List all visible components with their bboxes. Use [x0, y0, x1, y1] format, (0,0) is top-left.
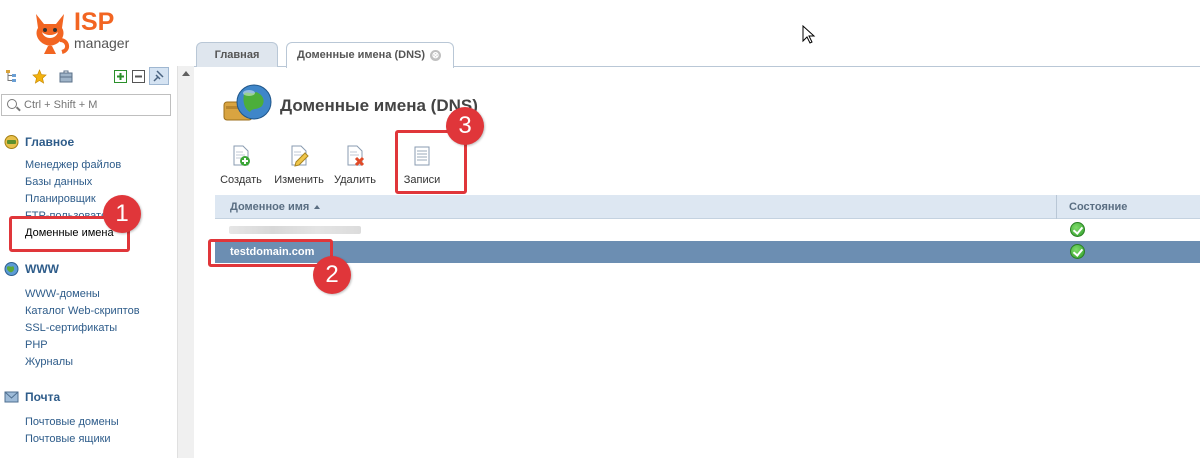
- sidebar-item-databases[interactable]: Базы данных: [0, 174, 177, 191]
- tab-label: Доменные имена (DNS): [297, 49, 426, 61]
- table-row[interactable]: testdomain.com: [215, 241, 1200, 263]
- sidebar-item-php[interactable]: PHP: [0, 337, 177, 354]
- sidebar-group-title-main[interactable]: Главное: [0, 133, 177, 151]
- www-icon: [4, 262, 19, 276]
- sort-ascending-icon: [314, 205, 321, 209]
- column-header-label: Состояние: [1069, 201, 1128, 213]
- briefcase-icon[interactable]: [58, 68, 74, 84]
- sidebar-item-logs[interactable]: Журналы: [0, 354, 177, 371]
- table-row[interactable]: [215, 219, 1200, 241]
- column-domain-name[interactable]: Доменное имя: [215, 195, 1056, 219]
- create-button[interactable]: Создать: [218, 144, 264, 188]
- expand-all-icon[interactable]: [112, 68, 128, 84]
- step-badge-2: 2: [313, 256, 351, 294]
- isp-manager-window: ISP manager Ctrl + Shift + M Главное Мен…: [0, 0, 1200, 458]
- collapse-all-icon[interactable]: [130, 68, 146, 84]
- tab-close-icon[interactable]: ⊗: [430, 49, 442, 61]
- tab-home[interactable]: Главная: [196, 42, 278, 67]
- mail-icon: [4, 391, 19, 403]
- delete-icon: [347, 145, 365, 167]
- sidebar-item-scheduler[interactable]: Планировщик: [0, 191, 177, 208]
- sidebar-scrollbar[interactable]: [177, 66, 194, 458]
- sidebar-toolbar: [4, 67, 174, 86]
- tab-domain-names[interactable]: Доменные имена (DNS) ⊗: [286, 42, 454, 68]
- sidebar-group-mail: Почта Почтовые домены Почтовые ящики: [0, 388, 177, 448]
- sidebar-item-mailboxes[interactable]: Почтовые ящики: [0, 431, 177, 448]
- table-header: Доменное имя Состояние: [215, 195, 1200, 219]
- sidebar-group-www: WWW WWW-домены Каталог Web-скриптов SSL-…: [0, 260, 177, 371]
- delete-label: Удалить: [334, 174, 376, 186]
- dns-globe-icon: [223, 84, 272, 121]
- edit-button[interactable]: Изменить: [272, 144, 326, 188]
- domain-cell-redacted: [215, 219, 1056, 241]
- domains-table: Доменное имя Состояние testdomain.com: [215, 195, 1200, 263]
- step-badge-1: 1: [103, 195, 141, 233]
- edit-icon: [291, 145, 309, 167]
- create-icon: [233, 145, 250, 166]
- sidebar-group-title-www[interactable]: WWW: [0, 260, 177, 278]
- sidebar-item-www-domains[interactable]: WWW-домены: [0, 286, 177, 303]
- sidebar-group-label: Главное: [25, 135, 75, 149]
- pin-icon[interactable]: [149, 67, 169, 85]
- status-ok-icon: [1070, 244, 1085, 259]
- sidebar-item-file-manager[interactable]: Менеджер файлов: [0, 157, 177, 174]
- redacted-domain: [229, 226, 361, 234]
- tree-icon[interactable]: [4, 68, 20, 84]
- column-status[interactable]: Состояние: [1056, 195, 1200, 219]
- sidebar: Главное Менеджер файлов Базы данных План…: [0, 66, 177, 458]
- sidebar-item-ssl-certificates[interactable]: SSL-сертификаты: [0, 320, 177, 337]
- edit-label: Изменить: [274, 174, 324, 186]
- star-icon[interactable]: [31, 68, 47, 84]
- sidebar-item-mail-domains[interactable]: Почтовые домены: [0, 414, 177, 431]
- create-label: Создать: [220, 174, 262, 186]
- column-header-label: Доменное имя: [230, 201, 310, 213]
- fox-logo-icon: [36, 14, 69, 54]
- sidebar-group-title-mail[interactable]: Почта: [0, 388, 177, 406]
- isp-manager-logo: ISP manager: [30, 8, 170, 56]
- sidebar-group-label: WWW: [25, 262, 59, 276]
- tab-label: Главная: [214, 49, 260, 61]
- search-icon: [7, 99, 17, 109]
- sidebar-search[interactable]: [1, 94, 171, 116]
- logo-isp-text: ISP: [74, 8, 115, 36]
- sidebar-group-label: Почта: [25, 390, 61, 404]
- mouse-cursor-icon: [802, 25, 816, 44]
- sidebar-item-web-scripts-catalog[interactable]: Каталог Web-скриптов: [0, 303, 177, 320]
- logo-manager-text: manager: [74, 35, 130, 51]
- page-title: Доменные имена (DNS): [280, 96, 478, 115]
- step-badge-3: 3: [446, 107, 484, 145]
- scroll-up-arrow-icon[interactable]: [182, 71, 190, 76]
- highlight-testdomain-row: [208, 239, 333, 267]
- delete-button[interactable]: Удалить: [332, 144, 378, 188]
- tab-bar: Главная Доменные имена (DNS) ⊗: [194, 42, 1200, 68]
- search-input[interactable]: [24, 97, 164, 113]
- status-ok-icon: [1070, 222, 1085, 237]
- main-icon: [4, 135, 19, 149]
